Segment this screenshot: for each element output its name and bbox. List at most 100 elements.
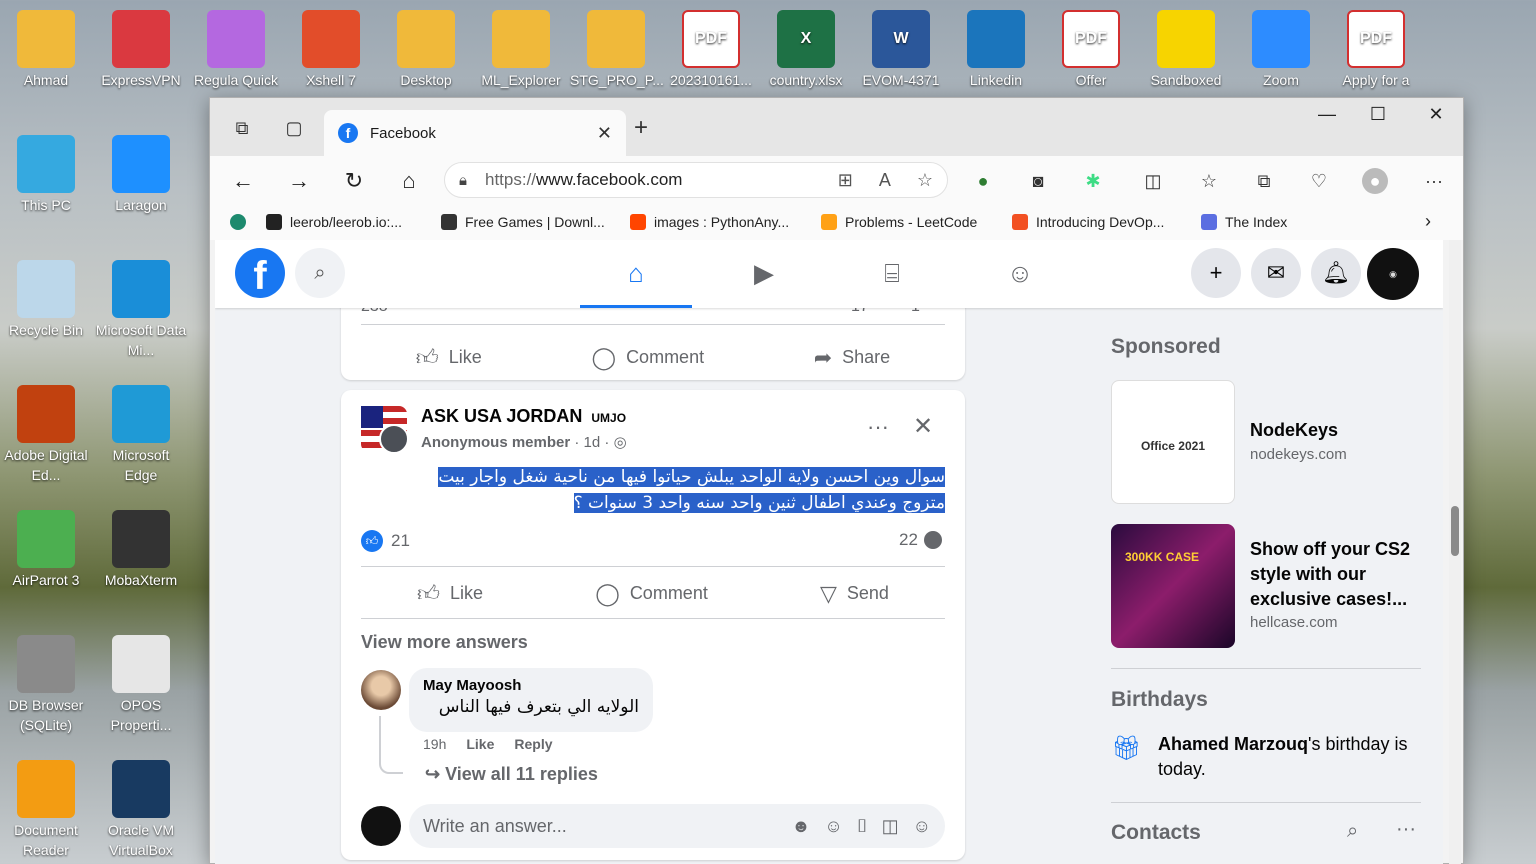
desktop-icon[interactable]: Laragon [95, 135, 187, 215]
avatar-sticker-icon[interactable]: ☻ [791, 816, 810, 837]
desktop-icon[interactable]: DB Browser (SQLite) [0, 635, 92, 735]
account-avatar[interactable]: ◉ [1367, 248, 1419, 300]
desktop-icon[interactable]: PDF 202310161... [665, 10, 757, 90]
bookmark-item[interactable]: images : PythonAny... [630, 214, 789, 230]
desktop-icon[interactable]: Oracle VM VirtualBox [95, 760, 187, 860]
desktop-icon[interactable]: Recycle Bin [0, 260, 92, 340]
browser-essentials-icon[interactable]: ♡ [1306, 168, 1332, 194]
desktop-icon[interactable]: Document Reader [0, 760, 92, 860]
desktop-icon[interactable]: Microsoft Edge [95, 385, 187, 485]
tab-actions-icon[interactable]: ▢ [280, 114, 308, 142]
tab-facebook[interactable]: f Facebook ✕ [324, 110, 626, 156]
close-window-button[interactable]: ✕ [1416, 104, 1456, 125]
groups-nav-icon[interactable]: ☺ [964, 240, 1076, 308]
comment-author[interactable]: May Mayoosh [423, 677, 639, 694]
desktop-icon[interactable]: ExpressVPN [95, 10, 187, 90]
comment-button[interactable]: ◯ Comment [591, 344, 704, 371]
bookmarks-more-chevron-icon[interactable]: › [1425, 211, 1431, 232]
home-nav-icon[interactable]: ⌂ [580, 240, 692, 308]
bookmark-item[interactable]: leerob/leerob.io:... [266, 214, 402, 230]
desktop-icon[interactable]: PDF Offer [1045, 10, 1137, 90]
desktop-icon[interactable]: Desktop [380, 10, 472, 90]
forward-arrow-icon[interactable]: → [284, 166, 314, 196]
write-answer-input[interactable]: Write an answer... ☻ ☺ ⌷ ◫ ☺ [409, 804, 945, 848]
lock-icon[interactable]: 🔒︎ [459, 172, 467, 189]
collections-icon[interactable]: ⧉ [1251, 168, 1277, 194]
android-extension-icon[interactable]: ✱ [1080, 168, 1106, 194]
messenger-icon[interactable]: ✉ [1251, 248, 1301, 298]
send-button[interactable]: ▽ Send [820, 580, 889, 607]
desktop-icon[interactable]: This PC [0, 135, 92, 215]
desktop-icon[interactable]: Sandboxed [1140, 10, 1232, 90]
workspaces-icon[interactable]: ⧉ [228, 114, 256, 142]
close-tab-icon[interactable]: ✕ [597, 123, 612, 144]
desktop-icon[interactable]: W EVOM-4371 [855, 10, 947, 90]
back-arrow-icon[interactable]: ← [228, 166, 258, 196]
group-name[interactable]: ASK USA JORDAN UMJO [421, 406, 626, 427]
post-reactions[interactable]: 👍︎ 21 [361, 530, 410, 552]
desktop-icon[interactable]: Adobe Digital Ed... [0, 385, 92, 485]
scrollbar-thumb[interactable] [1451, 506, 1459, 556]
post-author[interactable]: Anonymous member [421, 434, 570, 451]
desktop-icon[interactable]: Xshell 7 [285, 10, 377, 90]
share-button[interactable]: ➦ Share [814, 344, 890, 371]
notifications-bell-icon[interactable]: 🔔︎ [1311, 248, 1361, 298]
desktop-icon[interactable]: MobaXterm [95, 510, 187, 590]
minimize-button[interactable]: — [1307, 104, 1347, 125]
desktop-icon[interactable]: OPOS Properti... [95, 635, 187, 735]
favorite-star-icon[interactable]: ☆ [917, 170, 933, 191]
more-menu-icon[interactable]: ··· [1421, 168, 1447, 194]
like-button[interactable]: 👍︎ Like [417, 580, 483, 607]
page-scrollbar[interactable] [1449, 240, 1461, 864]
commenter-avatar[interactable] [361, 670, 401, 710]
tampermonkey-icon[interactable]: ◙ [1025, 168, 1051, 194]
bookmark-favicon[interactable] [230, 214, 254, 230]
bookmark-item[interactable]: Problems - LeetCode [821, 214, 977, 230]
read-aloud-icon[interactable]: A [879, 170, 891, 191]
desktop-icon[interactable]: Ahmad [0, 10, 92, 90]
desktop-icon[interactable]: ML_Explorer [475, 10, 567, 90]
my-avatar[interactable] [361, 806, 401, 846]
contacts-options-icon[interactable]: ··· [1396, 818, 1416, 841]
globe-extension-icon[interactable]: ● [970, 168, 996, 194]
comment-like-link[interactable]: Like [466, 736, 494, 752]
sponsored-ad-hellcase[interactable]: 300KK CASE Show off your CS2 style with … [1111, 524, 1421, 648]
facebook-logo-icon[interactable]: f [235, 248, 285, 298]
camera-icon[interactable]: ⌷ [857, 816, 868, 837]
sticker-icon[interactable]: ☺ [913, 816, 931, 837]
search-icon[interactable]: ⌕ [295, 248, 345, 298]
bookmark-item[interactable]: The Index [1201, 214, 1287, 230]
bookmark-item[interactable]: Free Games | Downl... [441, 214, 605, 230]
split-screen-icon[interactable]: ◫ [1140, 168, 1166, 194]
bookmark-item[interactable]: Introducing DevOp... [1012, 214, 1164, 230]
hide-post-icon[interactable]: ✕ [913, 412, 933, 441]
emoji-icon[interactable]: ☺ [824, 816, 842, 837]
desktop-icon[interactable]: Linkedin [950, 10, 1042, 90]
like-button[interactable]: 👍︎ Like [416, 344, 482, 371]
create-plus-icon[interactable]: + [1191, 248, 1241, 298]
profile-avatar[interactable]: ● [1362, 168, 1388, 194]
contacts-search-icon[interactable]: ⌕ [1347, 820, 1358, 843]
birthday-text[interactable]: Ahamed Marzouq's birthday is today. [1158, 732, 1421, 782]
desktop-icon[interactable]: Microsoft Data Mi... [95, 260, 187, 360]
marketplace-nav-icon[interactable]: ⌸ [836, 240, 948, 308]
desktop-icon[interactable]: AirParrot 3 [0, 510, 92, 590]
comment-time[interactable]: 19h [423, 736, 446, 752]
desktop-icon[interactable]: STG_PRO_P... [570, 10, 664, 90]
comment-reply-link[interactable]: Reply [514, 736, 552, 752]
refresh-icon[interactable]: ↻ [339, 166, 369, 196]
desktop-icon[interactable]: Regula Quick [190, 10, 282, 90]
sponsored-ad-nodekeys[interactable]: Office 2021 NodeKeys nodekeys.com [1111, 380, 1421, 504]
new-tab-button[interactable]: + [634, 114, 648, 142]
view-more-answers-link[interactable]: View more answers [361, 632, 528, 653]
desktop-icon[interactable]: Zoom [1235, 10, 1327, 90]
video-nav-icon[interactable]: ▶ [708, 240, 820, 308]
desktop-icon[interactable]: Xcountry.xlsx [760, 10, 852, 90]
gif-icon[interactable]: ◫ [882, 816, 899, 837]
view-all-replies-link[interactable]: ↪ View all 11 replies [425, 764, 598, 785]
home-icon[interactable]: ⌂ [394, 166, 424, 196]
comment-button[interactable]: ◯ Comment [595, 580, 708, 607]
post-comments-count[interactable]: 22 [899, 530, 942, 550]
post-options-icon[interactable]: ··· [867, 414, 889, 440]
maximize-button[interactable]: ☐ [1358, 104, 1398, 125]
